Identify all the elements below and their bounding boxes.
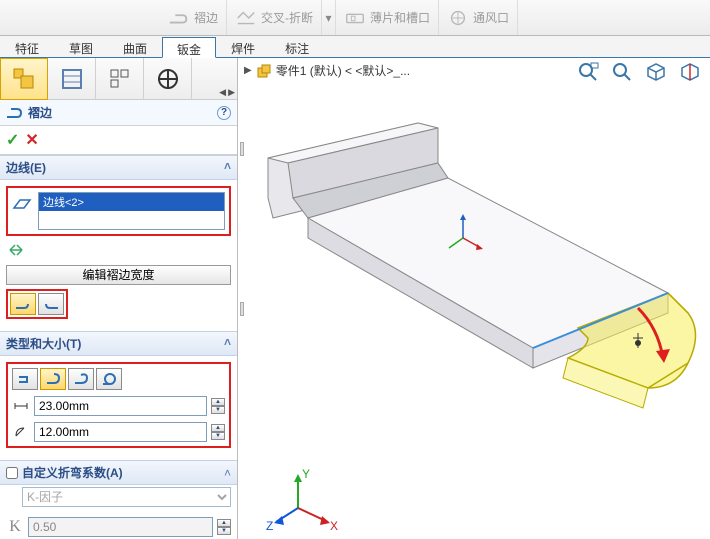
material-outside-button[interactable] <box>38 293 64 315</box>
ribbon-hem-label: 褶边 <box>194 9 218 26</box>
panel-title-row: 褶边 ? <box>0 100 237 126</box>
reverse-direction[interactable] <box>8 242 231 261</box>
splitter-handle[interactable] <box>238 300 246 318</box>
feature-tree-icon <box>11 66 37 92</box>
property-icon <box>59 66 85 92</box>
length-spinner[interactable]: ▲▼ <box>211 398 225 414</box>
crossbreak-icon <box>235 9 257 27</box>
panel-title-text: 褶边 <box>28 104 52 121</box>
edges-header-label: 边线(E) <box>6 161 46 175</box>
ribbon-hem: 褶边 <box>160 0 227 35</box>
vent-icon <box>447 9 469 27</box>
custom-bend-checkbox[interactable] <box>6 467 18 479</box>
ribbon-vent-label: 通风口 <box>473 9 509 26</box>
annotation-box-side <box>6 289 68 319</box>
dim-icon <box>155 66 181 92</box>
tab-annotate[interactable]: 标注 <box>270 36 324 57</box>
chevron-up-icon: ˄ <box>224 466 231 480</box>
splitter-handle[interactable] <box>238 140 246 158</box>
hem-type-teardrop[interactable] <box>68 368 94 390</box>
ribbon-crossbreak-label: 交叉-折断 <box>261 9 313 26</box>
edge-selected-item[interactable]: 边线<2> <box>39 193 224 211</box>
hem-type-closed[interactable] <box>12 368 38 390</box>
hem-radius-input[interactable] <box>34 422 207 442</box>
hem-type-open[interactable] <box>40 368 66 390</box>
help-button[interactable]: ? <box>217 106 231 120</box>
hem-length-input[interactable] <box>34 396 207 416</box>
sheet-icon <box>344 9 366 27</box>
panel-scroll[interactable]: ◀▶ <box>219 87 235 98</box>
radius-spinner[interactable]: ▲▼ <box>211 424 225 440</box>
bend-allowance-row: 自定义折弯系数(A) ˄ <box>0 460 237 485</box>
radius-icon <box>12 425 30 439</box>
ribbon-sheet: 薄片和槽口 <box>336 0 439 35</box>
model-render: Y X Z <box>238 68 708 538</box>
typesize-header-label: 类型和大小(T) <box>6 337 81 351</box>
panel-tab-config[interactable] <box>96 58 144 100</box>
panel-tab-feature-tree[interactable] <box>0 58 48 100</box>
model-viewport[interactable]: ▶ 零件1 (默认) < <默认>_... <box>238 58 710 539</box>
panel-tab-row: ◀▶ <box>0 58 237 100</box>
annotation-box-typesize: ▲▼ ▲▼ <box>6 362 231 448</box>
tab-sheetmetal[interactable]: 钣金 <box>162 37 216 58</box>
ribbon-sheet-label: 薄片和槽口 <box>370 9 430 26</box>
hem-feature-icon <box>6 105 24 121</box>
property-panel: ◀▶ 褶边 ? ✓ ✕ 边线(E) ˄ 边线<2> <box>0 58 238 539</box>
kfactor-input[interactable] <box>28 517 213 537</box>
annotation-box-edges: 边线<2> <box>6 186 231 236</box>
ribbon-dropdown[interactable]: ▾ <box>322 0 336 35</box>
svg-text:Y: Y <box>302 467 310 481</box>
hem-icon <box>168 9 190 27</box>
tab-weldment[interactable]: 焊件 <box>216 36 270 57</box>
bend-type-select[interactable]: K-因子 <box>22 487 231 507</box>
edges-header[interactable]: 边线(E) ˄ <box>0 155 237 180</box>
svg-text:Z: Z <box>266 519 273 533</box>
ribbon-vent: 通风口 <box>439 0 518 35</box>
ribbon-crossbreak: 交叉-折断 <box>227 0 322 35</box>
hem-type-rolled[interactable] <box>96 368 122 390</box>
panel-tab-property[interactable] <box>48 58 96 100</box>
edge-selection-list[interactable]: 边线<2> <box>38 192 225 230</box>
edge-select-icon <box>12 192 32 217</box>
svg-text:X: X <box>330 519 338 533</box>
length-icon <box>12 399 30 413</box>
command-tabbar: 特征 草图 曲面 钣金 焊件 标注 <box>0 36 710 58</box>
edit-hem-width-button[interactable]: 编辑褶边宽度 <box>6 265 231 285</box>
panel-tab-dim[interactable] <box>144 58 192 100</box>
material-inside-button[interactable] <box>10 293 36 315</box>
typesize-header[interactable]: 类型和大小(T) ˄ <box>0 331 237 356</box>
bend-allowance-label: 自定义折弯系数(A) <box>22 464 123 481</box>
config-icon <box>107 66 133 92</box>
tab-surface[interactable]: 曲面 <box>108 36 162 57</box>
ribbon-toolbar: 褶边 交叉-折断 ▾ 薄片和槽口 通风口 <box>0 0 710 36</box>
ok-button[interactable]: ✓ <box>6 130 19 150</box>
chevron-up-icon: ˄ <box>224 335 231 349</box>
tab-sketch[interactable]: 草图 <box>54 36 108 57</box>
kfactor-spinner[interactable]: ▲▼ <box>217 519 231 535</box>
tab-feature[interactable]: 特征 <box>0 36 54 57</box>
cancel-button[interactable]: ✕ <box>25 130 38 150</box>
confirm-row: ✓ ✕ <box>0 126 237 155</box>
chevron-up-icon: ˄ <box>224 159 231 173</box>
kfactor-icon: K <box>6 518 24 536</box>
